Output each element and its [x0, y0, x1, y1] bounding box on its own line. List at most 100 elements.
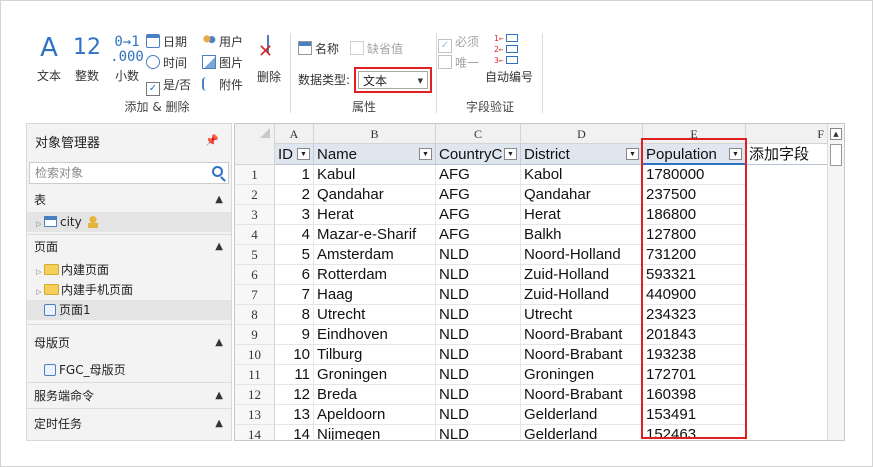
- required-checkbox[interactable]: ✓ 必须: [438, 32, 479, 53]
- text-field-button[interactable]: A 文本: [34, 33, 64, 84]
- cell-population[interactable]: 186800: [643, 205, 746, 225]
- column-letter-b[interactable]: B: [314, 124, 436, 144]
- chevron-up-icon[interactable]: ▲: [215, 412, 223, 436]
- cell-population[interactable]: 193238: [643, 345, 746, 365]
- row-number[interactable]: 13: [235, 405, 275, 425]
- cell-district[interactable]: Utrecht: [521, 305, 643, 325]
- vertical-scrollbar[interactable]: ▲: [827, 124, 844, 440]
- delete-field-button[interactable]: 删除: [257, 67, 281, 87]
- row-number[interactable]: 14: [235, 425, 275, 440]
- cell-name[interactable]: Breda: [314, 385, 436, 405]
- cell-id[interactable]: 14: [275, 425, 314, 440]
- attachment-field-button[interactable]: 附件: [202, 75, 243, 95]
- cell-population[interactable]: 593321: [643, 265, 746, 285]
- cell-population[interactable]: 201843: [643, 325, 746, 345]
- cell-name[interactable]: Amsterdam: [314, 245, 436, 265]
- cell-id[interactable]: 8: [275, 305, 314, 325]
- cell-id[interactable]: 4: [275, 225, 314, 245]
- chevron-up-icon[interactable]: ▲: [215, 331, 223, 355]
- cell-name[interactable]: Qandahar: [314, 185, 436, 205]
- cell-countrycode[interactable]: NLD: [436, 425, 521, 440]
- cell-id[interactable]: 5: [275, 245, 314, 265]
- cell-district[interactable]: Kabol: [521, 165, 643, 185]
- row-number[interactable]: 6: [235, 265, 275, 285]
- cell-population[interactable]: 731200: [643, 245, 746, 265]
- field-header-name[interactable]: Name ▼: [314, 144, 436, 165]
- grid-corner[interactable]: [235, 124, 275, 165]
- search-input[interactable]: 检索对象: [29, 162, 229, 184]
- row-number[interactable]: 1: [235, 165, 275, 185]
- cell-population[interactable]: 440900: [643, 285, 746, 305]
- row-number[interactable]: 4: [235, 225, 275, 245]
- cell-population[interactable]: 152463: [643, 425, 746, 440]
- section-scheduled-tasks[interactable]: 定时任务 ▲: [27, 412, 231, 436]
- cell-id[interactable]: 10: [275, 345, 314, 365]
- filter-dropdown-icon[interactable]: ▼: [626, 148, 639, 160]
- decimal-field-button[interactable]: 0→1.000 小数: [110, 33, 144, 84]
- cell-district[interactable]: Groningen: [521, 365, 643, 385]
- cell-district[interactable]: Zuid-Holland: [521, 285, 643, 305]
- cell-id[interactable]: 2: [275, 185, 314, 205]
- cell-countrycode[interactable]: AFG: [436, 225, 521, 245]
- cell-district[interactable]: Herat: [521, 205, 643, 225]
- cell-countrycode[interactable]: NLD: [436, 345, 521, 365]
- cell-id[interactable]: 9: [275, 325, 314, 345]
- field-name-button[interactable]: 名称: [298, 39, 339, 59]
- row-number[interactable]: 10: [235, 345, 275, 365]
- filter-dropdown-icon[interactable]: ▼: [729, 148, 742, 160]
- field-header-district[interactable]: District ▼: [521, 144, 643, 165]
- date-field-button[interactable]: 日期: [146, 32, 187, 52]
- section-pages[interactable]: 页面 ▲: [27, 235, 231, 259]
- scroll-up-icon[interactable]: ▲: [830, 128, 842, 140]
- cell-district[interactable]: Zuid-Holland: [521, 265, 643, 285]
- cell-countrycode[interactable]: NLD: [436, 305, 521, 325]
- cell-name[interactable]: Utrecht: [314, 305, 436, 325]
- section-master-pages[interactable]: 母版页 ▲: [27, 331, 231, 355]
- cell-id[interactable]: 7: [275, 285, 314, 305]
- cell-population[interactable]: 1780000: [643, 165, 746, 185]
- expand-icon[interactable]: ▷: [34, 262, 44, 282]
- cell-countrycode[interactable]: NLD: [436, 325, 521, 345]
- field-header-id[interactable]: ID ▼: [275, 144, 314, 165]
- cell-district[interactable]: Balkh: [521, 225, 643, 245]
- cell-countrycode[interactable]: NLD: [436, 285, 521, 305]
- cell-countrycode[interactable]: NLD: [436, 405, 521, 425]
- row-number[interactable]: 5: [235, 245, 275, 265]
- filter-dropdown-icon[interactable]: ▼: [297, 148, 310, 160]
- cell-district[interactable]: Gelderland: [521, 405, 643, 425]
- cell-population[interactable]: 160398: [643, 385, 746, 405]
- cell-district[interactable]: Qandahar: [521, 185, 643, 205]
- cell-id[interactable]: 3: [275, 205, 314, 225]
- cell-name[interactable]: Eindhoven: [314, 325, 436, 345]
- auto-number-icon[interactable]: 1← 2← 3←: [494, 33, 526, 67]
- add-field-header[interactable]: 添加字段: [746, 144, 829, 165]
- datatype-select[interactable]: 文本 ▼: [358, 71, 428, 89]
- master-item[interactable]: FGC_母版页: [27, 360, 231, 380]
- column-letter-c[interactable]: C: [436, 124, 521, 144]
- cell-id[interactable]: 6: [275, 265, 314, 285]
- cell-name[interactable]: Rotterdam: [314, 265, 436, 285]
- cell-id[interactable]: 1: [275, 165, 314, 185]
- cell-countrycode[interactable]: NLD: [436, 385, 521, 405]
- cell-id[interactable]: 12: [275, 385, 314, 405]
- column-letter-d[interactable]: D: [521, 124, 643, 144]
- cell-countrycode[interactable]: NLD: [436, 265, 521, 285]
- cell-name[interactable]: Mazar-e-Sharif: [314, 225, 436, 245]
- row-number[interactable]: 9: [235, 325, 275, 345]
- cell-name[interactable]: Haag: [314, 285, 436, 305]
- cell-district[interactable]: Gelderland: [521, 425, 643, 440]
- auto-number-button[interactable]: 自动编号: [485, 67, 533, 87]
- user-field-button[interactable]: 用户: [202, 32, 243, 52]
- column-letter-a[interactable]: A: [275, 124, 314, 144]
- cell-name[interactable]: Herat: [314, 205, 436, 225]
- cell-name[interactable]: Apeldoorn: [314, 405, 436, 425]
- cell-id[interactable]: 13: [275, 405, 314, 425]
- bool-field-button[interactable]: ✓ 是/否: [146, 75, 191, 96]
- cell-district[interactable]: Noord-Brabant: [521, 385, 643, 405]
- section-server-commands[interactable]: 服务端命令 ▲: [27, 384, 231, 408]
- row-number[interactable]: 8: [235, 305, 275, 325]
- expand-icon[interactable]: ▷: [34, 282, 44, 302]
- pin-icon[interactable]: 📌: [205, 134, 219, 147]
- expand-icon[interactable]: ▷: [34, 214, 44, 234]
- cell-population[interactable]: 153491: [643, 405, 746, 425]
